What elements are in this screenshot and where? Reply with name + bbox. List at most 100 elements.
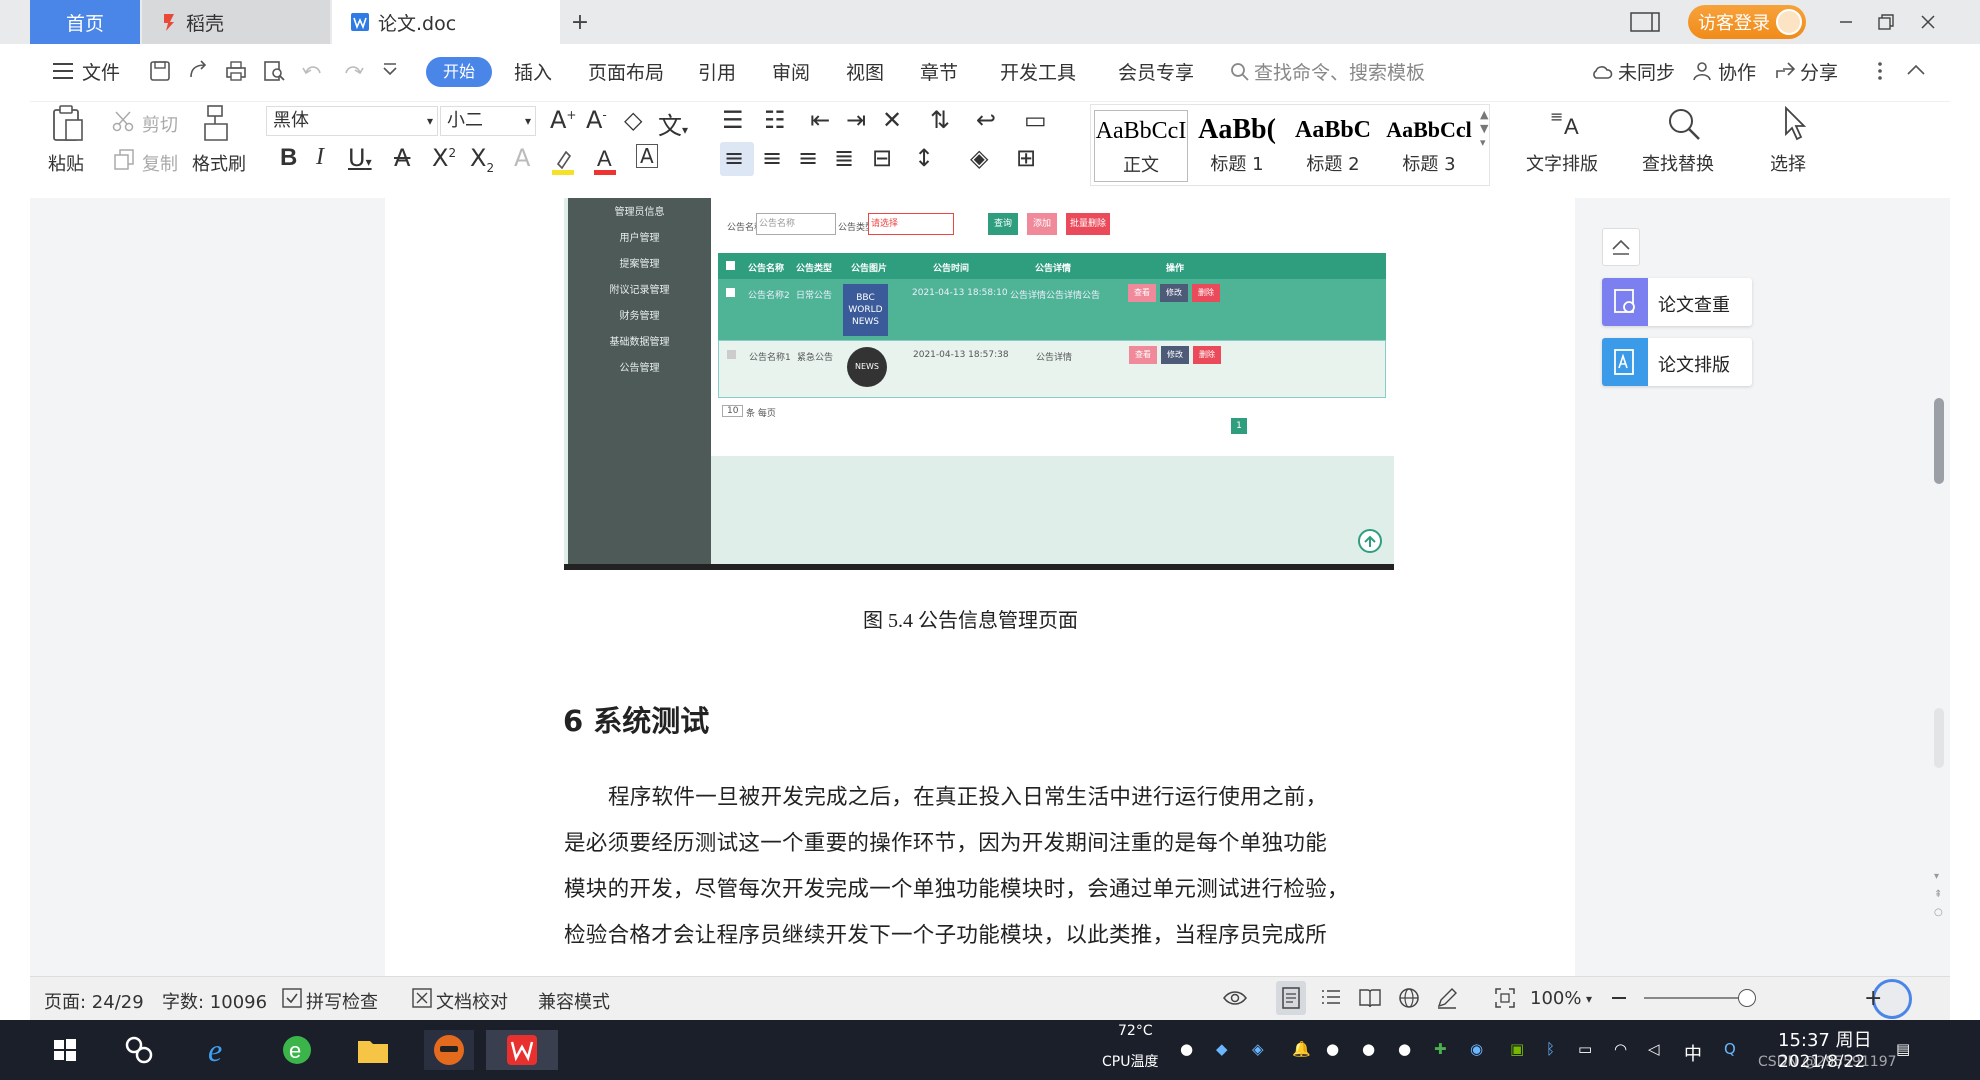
- style-heading-1[interactable]: AaBb(标题 1: [1190, 110, 1284, 182]
- menu-layout[interactable]: 页面布局: [588, 58, 664, 85]
- scrollbar-thumb[interactable]: [1934, 398, 1944, 484]
- line-spacing-icon[interactable]: ↕: [914, 144, 934, 172]
- command-search-input[interactable]: 查找命令、搜索模板: [1254, 58, 1425, 85]
- edge-browser-icon[interactable]: e: [276, 1030, 318, 1070]
- file-explorer-icon[interactable]: [352, 1030, 394, 1070]
- zoom-in-button[interactable]: +: [1864, 986, 1882, 1011]
- unsync-button[interactable]: 未同步: [1618, 58, 1675, 85]
- menu-devtools[interactable]: 开发工具: [1000, 58, 1076, 85]
- text-layout-icon[interactable]: ≡ A: [1548, 104, 1586, 144]
- output-icon[interactable]: [186, 59, 212, 85]
- qq-icon[interactable]: ●: [1326, 1040, 1339, 1058]
- menu-vip[interactable]: 会员专享: [1118, 58, 1194, 85]
- quick-access-dropdown-icon[interactable]: [380, 59, 406, 85]
- print-icon[interactable]: [224, 59, 250, 85]
- tab-home[interactable]: 首页: [30, 0, 140, 44]
- style-heading-3[interactable]: AaBbCcl 标题 3: [1382, 110, 1476, 182]
- page-nav-icons[interactable]: ▾ ⇞ ○: [1934, 868, 1943, 922]
- app-icon[interactable]: [424, 1030, 474, 1070]
- underline-icon[interactable]: U▾: [348, 144, 372, 172]
- page-count[interactable]: 页面: 24/29: [44, 988, 144, 1014]
- wps-writer-icon[interactable]: [486, 1030, 558, 1070]
- justify-icon[interactable]: ≣: [834, 144, 854, 172]
- clear-format-icon[interactable]: ◇: [624, 106, 642, 134]
- tab-document[interactable]: 论文.doc: [332, 0, 560, 44]
- proofread-button[interactable]: 文档校对: [436, 988, 508, 1014]
- cut-button[interactable]: 剪切: [142, 111, 178, 137]
- format-painter-button[interactable]: 格式刷: [192, 150, 246, 176]
- chevron-down-icon[interactable]: ▾: [1586, 992, 1592, 1006]
- menu-insert[interactable]: 插入: [514, 58, 552, 85]
- distributed-icon[interactable]: ⊟: [872, 144, 892, 172]
- nvidia-icon[interactable]: ▣: [1510, 1040, 1524, 1058]
- print-preview-icon[interactable]: [262, 59, 288, 85]
- hamburger-menu-icon[interactable]: [52, 62, 74, 80]
- char-border-icon[interactable]: A: [636, 144, 658, 168]
- increase-indent-icon[interactable]: ⇥: [846, 106, 866, 134]
- volume-icon[interactable]: ◁: [1648, 1040, 1660, 1058]
- zoom-out-button[interactable]: [1612, 997, 1626, 999]
- close-button[interactable]: [1914, 8, 1942, 36]
- copy-button[interactable]: 复制: [142, 150, 178, 176]
- menu-view[interactable]: 视图: [846, 58, 884, 85]
- style-heading-2[interactable]: AaBbC 标题 2: [1286, 110, 1380, 182]
- chinese-layout-icon[interactable]: ✕: [882, 106, 902, 134]
- ie-browser-icon[interactable]: e: [200, 1030, 242, 1070]
- numbered-list-icon[interactable]: ☷: [764, 106, 786, 134]
- menu-start[interactable]: 开始: [426, 57, 492, 87]
- highlight-icon[interactable]: [550, 148, 580, 176]
- format-painter-icon[interactable]: [200, 104, 232, 144]
- menu-review[interactable]: 审阅: [772, 58, 810, 85]
- increase-font-icon[interactable]: A+: [550, 106, 576, 134]
- tab-daoke[interactable]: 稻壳: [142, 0, 330, 44]
- tray-app-icon[interactable]: ●: [1180, 1040, 1193, 1058]
- paste-icon[interactable]: [50, 104, 86, 144]
- strikethrough-icon[interactable]: A: [394, 144, 410, 172]
- decrease-font-icon[interactable]: A-: [586, 106, 607, 134]
- font-size-select[interactable]: 小二 ▾: [440, 106, 536, 136]
- page-view-icon[interactable]: [1628, 8, 1662, 36]
- italic-icon[interactable]: I: [316, 144, 324, 171]
- select-button[interactable]: 选择: [1770, 150, 1806, 176]
- web-view-icon[interactable]: [1398, 987, 1420, 1009]
- undo-icon[interactable]: [300, 59, 326, 85]
- more-options-icon[interactable]: [1876, 60, 1884, 82]
- borders-icon[interactable]: ⊞: [1016, 144, 1036, 172]
- minimize-button[interactable]: [1832, 8, 1860, 36]
- font-color-icon[interactable]: A: [592, 146, 620, 176]
- tray-app-icon[interactable]: ◆: [1216, 1040, 1228, 1058]
- search-app-icon[interactable]: [118, 1030, 160, 1070]
- paper-check-button[interactable]: 论文查重: [1602, 278, 1752, 326]
- paste-button[interactable]: 粘贴: [48, 150, 84, 176]
- pinyin-guide-icon[interactable]: 文▾: [658, 106, 688, 141]
- superscript-icon[interactable]: X2: [432, 144, 456, 172]
- save-icon[interactable]: [148, 59, 174, 85]
- subscript-icon[interactable]: X2: [470, 144, 494, 175]
- bullet-list-icon[interactable]: ☰: [722, 106, 744, 134]
- battery-icon[interactable]: ▭: [1578, 1040, 1592, 1058]
- new-tab-button[interactable]: +: [566, 8, 594, 36]
- wifi-icon[interactable]: ◠: [1614, 1040, 1627, 1058]
- fit-page-icon[interactable]: [1494, 987, 1516, 1009]
- find-icon[interactable]: [1666, 106, 1702, 142]
- panel-collapse-button[interactable]: [1602, 228, 1640, 266]
- visitor-login-button[interactable]: 访客登录: [1688, 5, 1806, 39]
- show-marks-icon[interactable]: ↩: [976, 106, 996, 134]
- qq-icon[interactable]: ●: [1398, 1040, 1411, 1058]
- sort-icon[interactable]: ⇅: [930, 106, 950, 134]
- decrease-indent-icon[interactable]: ⇤: [810, 106, 830, 134]
- qq-icon[interactable]: ●: [1362, 1040, 1375, 1058]
- shield-icon[interactable]: ◈: [1252, 1040, 1264, 1058]
- ime-indicator[interactable]: 中: [1684, 1040, 1702, 1066]
- paper-format-button[interactable]: 论文排版: [1602, 338, 1752, 386]
- text-layout-button[interactable]: 文字排版: [1526, 150, 1598, 176]
- zoom-slider-thumb[interactable]: [1738, 989, 1756, 1007]
- share-button[interactable]: 分享: [1800, 58, 1838, 85]
- tray-app-icon[interactable]: Q: [1724, 1040, 1736, 1058]
- text-effect-icon[interactable]: A: [514, 144, 530, 172]
- spell-check-button[interactable]: 拼写检查: [306, 988, 378, 1014]
- styles-scroll-icon[interactable]: ▲ ▼ ▾: [1480, 108, 1488, 150]
- collapse-ribbon-icon[interactable]: [1906, 62, 1926, 76]
- ruler-icon[interactable]: ▭: [1024, 106, 1047, 134]
- menu-reference[interactable]: 引用: [698, 58, 736, 85]
